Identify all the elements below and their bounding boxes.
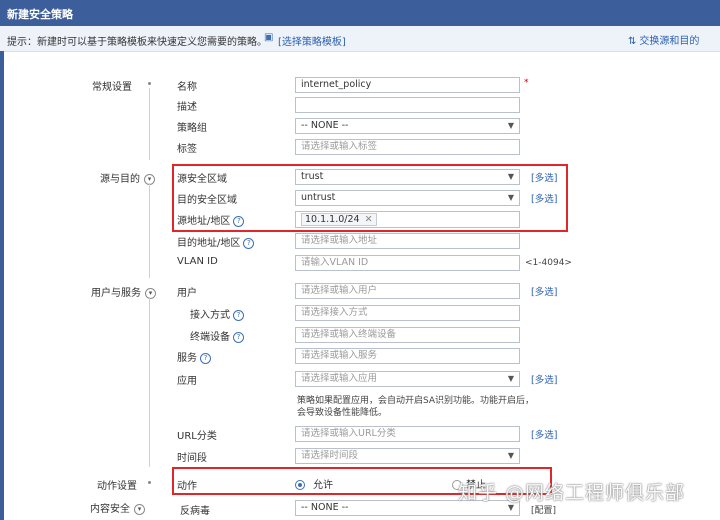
dest-zone-multi-link[interactable]: [多选] (531, 191, 557, 205)
source-zone-select[interactable]: trust ▼ (295, 169, 520, 185)
hint-bar: 提示：新建时可以基于策略模板来快速定义您需要的策略。 ▣ [选择策略模板] ⇅ 交… (0, 26, 720, 52)
user-multi-link[interactable]: [多选] (531, 284, 557, 298)
policy-group-label: 策略组 (177, 123, 207, 134)
service-input[interactable]: 请选择或输入服务 (295, 348, 520, 364)
application-select[interactable]: 请选择或输入应用 ▼ (295, 371, 520, 387)
dest-address-input[interactable]: 请选择或输入地址 (295, 233, 520, 249)
section-dot (148, 481, 151, 484)
question-circle-icon[interactable]: ? (233, 215, 245, 227)
service-label: 服务? (177, 349, 211, 364)
url-category-input[interactable]: 请选择或输入URL分类 (295, 426, 520, 442)
source-zone-label: 源安全区域 (177, 174, 227, 185)
user-input[interactable]: 请选择或输入用户 (295, 283, 520, 299)
left-border (0, 51, 4, 520)
dest-zone-select[interactable]: untrust ▼ (295, 190, 520, 206)
section-user-service[interactable]: 用户与服务 ▾ (91, 284, 156, 299)
window-titlebar: 新建安全策略 (0, 0, 720, 26)
hint-text: 提示：新建时可以基于策略模板来快速定义您需要的策略。 (7, 37, 267, 48)
section-source-dest[interactable]: 源与目的 ▾ (100, 170, 155, 185)
section-line (149, 183, 150, 278)
access-mode-label: 接入方式? (190, 306, 244, 321)
address-tag: 10.1.1.0/24 ✕ (301, 213, 377, 226)
user-label: 用户 (177, 288, 197, 299)
section-general: 常规设置 (92, 82, 132, 93)
policy-group-select[interactable]: -- NONE -- ▼ (295, 118, 520, 134)
name-label: 名称 (177, 82, 197, 93)
action-permit-radio[interactable]: 允许 (295, 476, 333, 491)
chevron-down-icon: ▼ (507, 172, 514, 181)
action-label: 动作 (177, 481, 197, 492)
tag-input[interactable]: 请选择或输入标签 (295, 139, 520, 155)
source-address-label: 源地址/地区? (177, 212, 245, 227)
chevron-down-icon: ▼ (507, 121, 514, 130)
time-range-label: 时间段 (177, 453, 207, 464)
section-dot (148, 82, 151, 85)
question-circle-icon[interactable]: ? (243, 237, 255, 249)
swap-icon: ⇅ (628, 36, 637, 47)
template-icon: ▣ (264, 32, 274, 43)
collapse-circle-icon[interactable]: ▾ (145, 287, 156, 299)
antivirus-label: 反病毒 (180, 506, 210, 517)
description-input[interactable] (295, 97, 520, 113)
url-category-label: URL分类 (177, 431, 217, 442)
access-mode-input[interactable]: 请选择接入方式 (295, 305, 520, 321)
application-multi-link[interactable]: [多选] (531, 372, 557, 386)
section-line (149, 297, 150, 467)
question-circle-icon[interactable]: ? (200, 352, 211, 364)
chevron-down-icon: ▼ (507, 193, 514, 202)
watermark: 知乎 @网络工程师俱乐部 (458, 482, 686, 504)
select-template-link[interactable]: [选择策略模板] (278, 33, 346, 48)
chevron-down-icon: ▼ (507, 374, 514, 383)
url-category-multi-link[interactable]: [多选] (531, 427, 557, 441)
vlan-range: <1-4094> (525, 258, 572, 268)
terminal-device-input[interactable]: 请选择或输入终端设备 (295, 327, 520, 343)
section-content-security[interactable]: 内容安全 ▾ (90, 500, 145, 515)
terminal-device-label: 终端设备? (190, 328, 244, 343)
dest-address-label: 目的地址/地区? (177, 234, 255, 249)
application-label: 应用 (177, 376, 197, 387)
name-input[interactable]: internet_policy (295, 77, 520, 93)
radio-checked-icon[interactable] (295, 480, 305, 490)
time-range-select[interactable]: 请选择时间段 ▼ (295, 448, 520, 464)
section-line (149, 88, 150, 160)
vlan-label: VLAN ID (177, 256, 218, 267)
window-title: 新建安全策略 (7, 8, 73, 21)
swap-source-dest-link[interactable]: ⇅ 交换源和目的 (628, 32, 699, 47)
required-mark: * (524, 78, 529, 88)
question-circle-icon[interactable]: ? (233, 309, 244, 321)
question-circle-icon[interactable]: ? (233, 331, 244, 343)
chevron-down-icon: ▼ (507, 451, 514, 460)
source-zone-multi-link[interactable]: [多选] (531, 170, 557, 184)
application-note: 策略如果配置应用，会自动开启SA识别功能。功能开启后，会导致设备性能降低。 (297, 396, 535, 418)
dest-zone-label: 目的安全区域 (177, 195, 237, 206)
collapse-circle-icon[interactable]: ▾ (134, 503, 145, 515)
source-address-input[interactable]: 10.1.1.0/24 ✕ (295, 211, 520, 228)
close-icon[interactable]: ✕ (365, 214, 373, 225)
description-label: 描述 (177, 102, 197, 113)
vlan-input[interactable]: 请输入VLAN ID (295, 255, 520, 271)
tag-label: 标签 (177, 144, 197, 155)
section-action: 动作设置 (97, 481, 137, 492)
